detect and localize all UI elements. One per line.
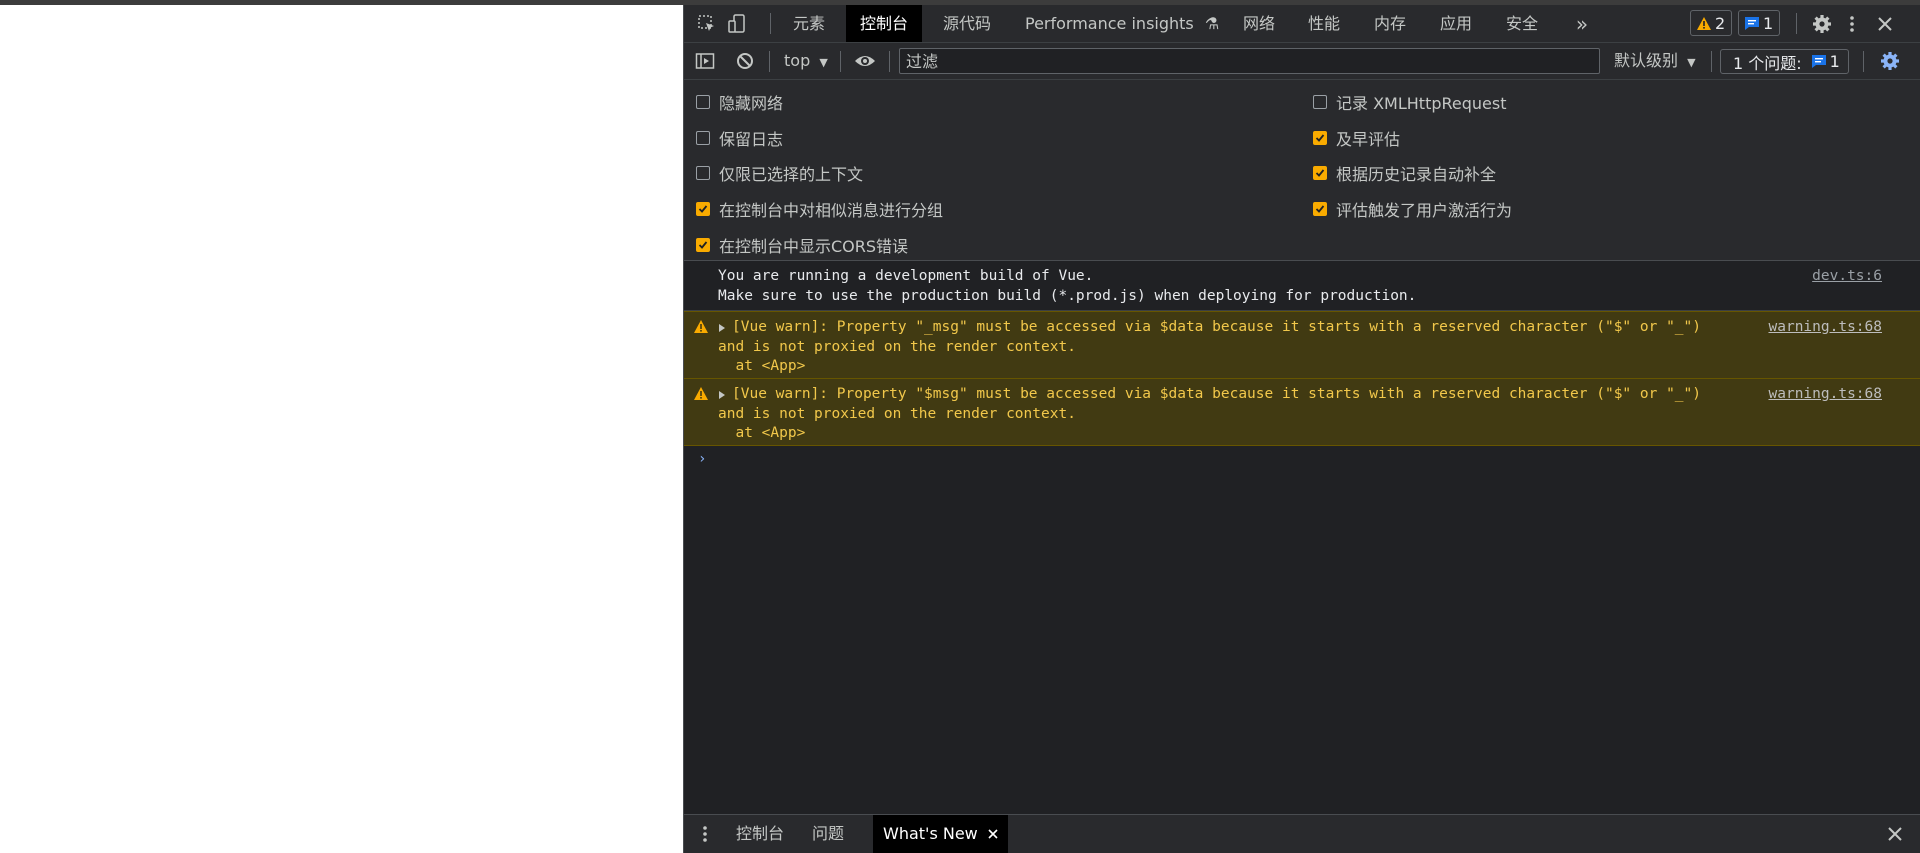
hide-network-option[interactable]: 隐藏网络 [696, 90, 783, 114]
tab-network[interactable]: 网络 [1229, 5, 1289, 42]
inspect-element-icon[interactable] [696, 13, 718, 35]
autocomplete-history-checkbox[interactable] [1313, 166, 1327, 180]
option-label: 仅限已选择的上下文 [719, 165, 864, 184]
eager-evaluation-checkbox[interactable] [1313, 131, 1327, 145]
devtools-tabbar: 元素 控制台 源代码 Performance insights ⚗ 网络 性能 … [684, 5, 1920, 43]
option-label: 根据历史记录自动补全 [1336, 165, 1497, 184]
group-similar-option[interactable]: 在控制台中对相似消息进行分组 [696, 197, 943, 221]
preserve-log-option[interactable]: 保留日志 [696, 126, 783, 150]
message-icon [1745, 16, 1759, 30]
option-label: 记录 XMLHttpRequest [1336, 94, 1507, 113]
preserve-log-checkbox[interactable] [696, 131, 710, 145]
group-similar-checkbox[interactable] [696, 202, 710, 216]
sidebar-toggle-icon[interactable] [694, 50, 716, 72]
tab-memory[interactable]: 内存 [1360, 5, 1420, 42]
warnings-badge[interactable]: 2 [1690, 10, 1733, 36]
autocomplete-history-option[interactable]: 根据历史记录自动补全 [1313, 161, 1496, 185]
more-options-icon[interactable] [1841, 13, 1863, 35]
drawer-menu-icon[interactable] [694, 823, 716, 845]
option-label: 保留日志 [719, 130, 784, 149]
show-cors-errors-option[interactable]: 在控制台中显示CORS错误 [696, 233, 908, 257]
drawer-tab-console[interactable]: 控制台 [726, 815, 794, 853]
message-source-link[interactable]: warning.ts:68 [1769, 318, 1883, 338]
tab-security[interactable]: 安全 [1492, 5, 1552, 42]
eager-evaluation-option[interactable]: 及早评估 [1313, 126, 1400, 150]
user-activation-option[interactable]: 评估触发了用户激活行为 [1313, 197, 1512, 221]
messages-count: 1 [1763, 13, 1774, 33]
device-toolbar-icon[interactable] [726, 13, 748, 35]
toolbar-divider [1711, 51, 1712, 72]
dropdown-arrow-icon: ▼ [819, 56, 828, 69]
message-text: You are running a development build of V… [718, 268, 1417, 304]
issues-label: 1 个问题: [1733, 53, 1802, 73]
warning-icon [694, 320, 708, 333]
warnings-count: 2 [1715, 13, 1726, 33]
option-label: 在控制台中显示CORS错误 [719, 237, 909, 256]
flask-icon: ⚗ [1204, 14, 1220, 33]
clear-console-icon[interactable] [734, 50, 756, 72]
log-xhr-option[interactable]: 记录 XMLHttpRequest [1313, 90, 1507, 114]
selected-context-checkbox[interactable] [696, 166, 710, 180]
toolbar-divider [1863, 51, 1864, 72]
toolbar-divider [1796, 13, 1797, 34]
console-settings-panel: 隐藏网络 保留日志 仅限已选择的上下文 在控制台中对相似消息进行分组 在控制台中… [684, 80, 1920, 261]
log-xhr-checkbox[interactable] [1313, 95, 1327, 109]
tab-performance[interactable]: 性能 [1294, 5, 1354, 42]
context-selector[interactable]: top ▼ [784, 43, 828, 79]
console-message-info: You are running a development build of V… [684, 261, 1920, 311]
warning-icon [1697, 16, 1711, 30]
toolbar-divider [769, 51, 770, 72]
console-filter-input[interactable] [899, 48, 1600, 74]
drawer-tab-label: What's New [883, 824, 978, 843]
devtools-panel: 元素 控制台 源代码 Performance insights ⚗ 网络 性能 … [683, 5, 1920, 853]
drawer-tab-issues[interactable]: 问题 [802, 815, 854, 853]
message-text: [Vue warn]: Property "$msg" must be acce… [718, 386, 1702, 441]
toolbar-divider [889, 51, 890, 72]
settings-gear-icon[interactable] [1811, 13, 1833, 35]
devtools-drawer: 控制台 问题 What's New [684, 814, 1920, 853]
messages-badge[interactable]: 1 [1738, 10, 1781, 36]
toolbar-divider [840, 51, 841, 72]
context-selector-label: top [784, 51, 811, 70]
console-message-warning: [Vue warn]: Property "$msg" must be acce… [684, 378, 1920, 446]
tab-performance-insights-label: Performance insights [1025, 14, 1194, 33]
log-levels-dropdown[interactable]: 默认级别 ▼ [1614, 43, 1696, 79]
option-label: 在控制台中对相似消息进行分组 [719, 201, 944, 220]
log-levels-label: 默认级别 [1614, 51, 1679, 70]
message-source-link[interactable]: warning.ts:68 [1769, 385, 1883, 405]
console-prompt-chevron-icon[interactable]: › [698, 451, 706, 467]
option-label: 及早评估 [1336, 130, 1401, 149]
close-drawer-icon[interactable] [1884, 823, 1906, 845]
tab-console[interactable]: 控制台 [846, 5, 923, 42]
tab-performance-insights[interactable]: Performance insights ⚗ [1011, 5, 1229, 42]
console-toolbar: top ▼ 默认级别 ▼ 1 个问题: 1 [684, 43, 1920, 80]
dropdown-arrow-icon: ▼ [1687, 56, 1696, 69]
show-cors-checkbox[interactable] [696, 238, 710, 252]
live-expression-eye-icon[interactable] [854, 50, 876, 72]
tab-elements[interactable]: 元素 [779, 5, 839, 42]
issues-count: 1 [1829, 52, 1840, 71]
selected-context-only-option[interactable]: 仅限已选择的上下文 [696, 161, 863, 185]
drawer-tab-whats-new[interactable]: What's New [873, 815, 1008, 853]
message-text: [Vue warn]: Property "_msg" must be acce… [718, 319, 1702, 374]
inspected-page-viewport[interactable] [0, 5, 683, 853]
tab-application[interactable]: 应用 [1426, 5, 1486, 42]
close-tab-icon[interactable] [988, 829, 998, 839]
console-message-warning: [Vue warn]: Property "_msg" must be acce… [684, 311, 1920, 379]
option-label: 评估触发了用户激活行为 [1336, 201, 1513, 220]
user-activation-checkbox[interactable] [1313, 202, 1327, 216]
toolbar-divider [770, 13, 771, 34]
console-settings-gear-icon[interactable] [1879, 50, 1901, 72]
hide-network-checkbox[interactable] [696, 95, 710, 109]
option-label: 隐藏网络 [719, 94, 784, 113]
more-tabs-icon[interactable]: » [1571, 12, 1593, 36]
message-source-link[interactable]: dev.ts:6 [1812, 267, 1882, 287]
issues-button[interactable]: 1 个问题: 1 [1720, 49, 1849, 74]
tab-sources[interactable]: 源代码 [929, 5, 1005, 42]
close-devtools-icon[interactable] [1874, 13, 1896, 35]
warning-icon [694, 387, 708, 400]
message-icon [1811, 55, 1826, 68]
